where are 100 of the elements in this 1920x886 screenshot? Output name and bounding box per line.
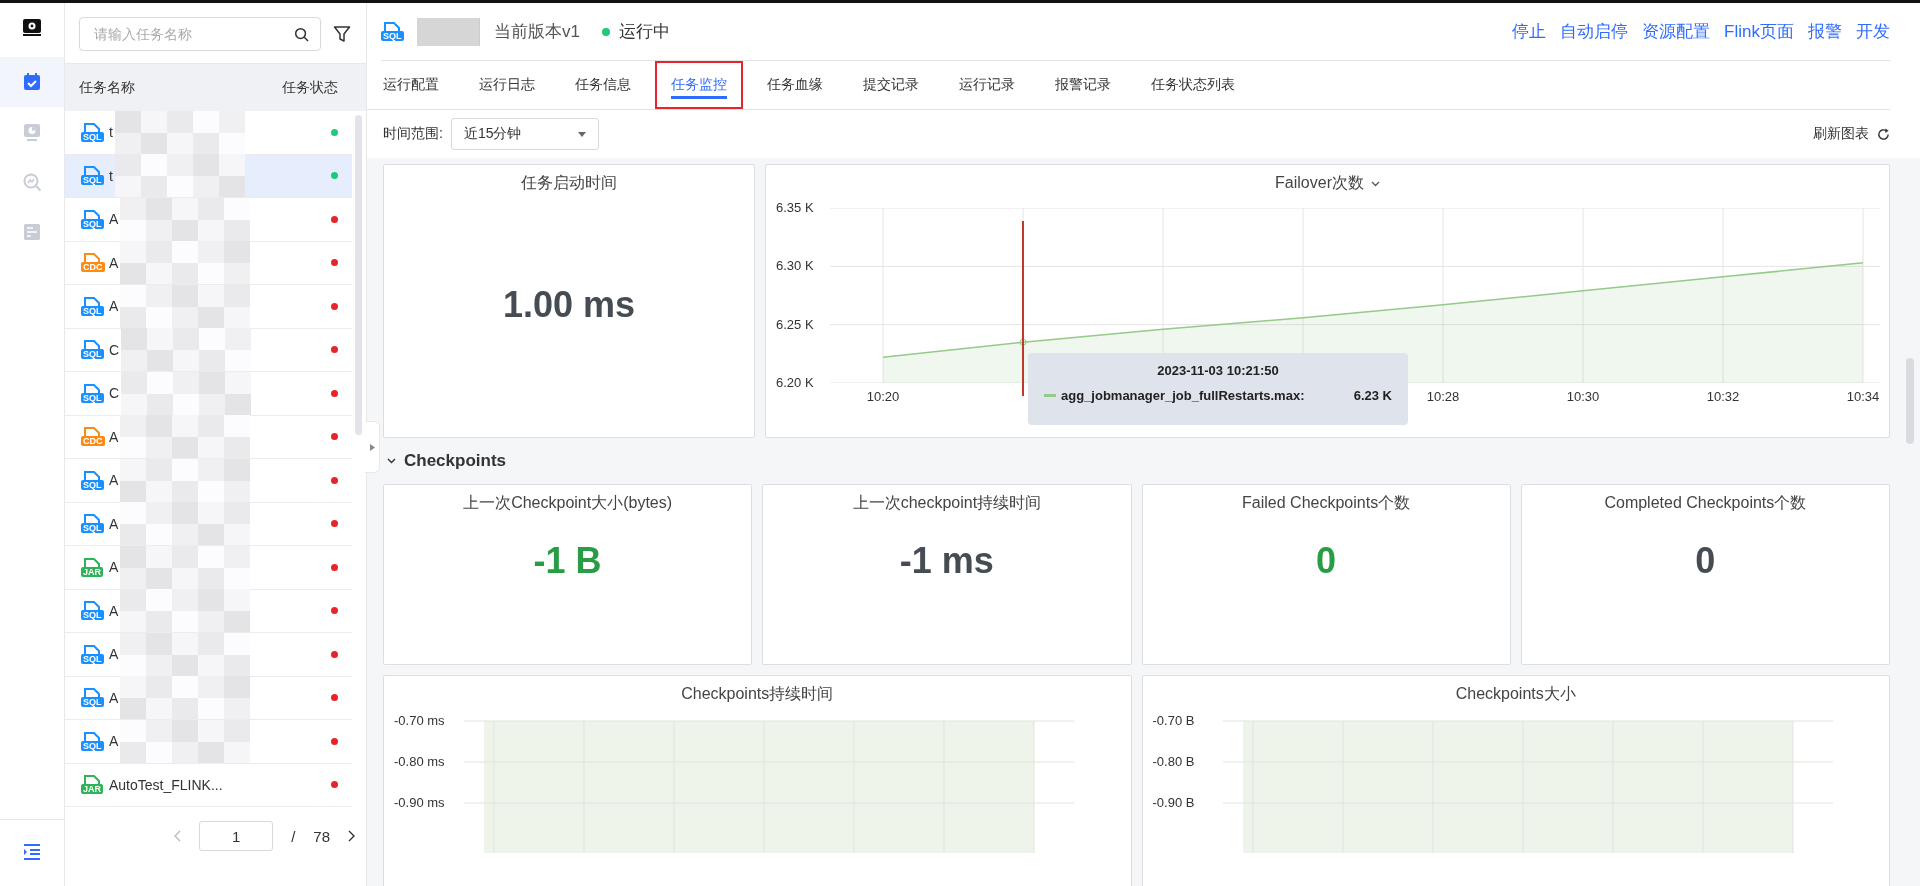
tab[interactable]: 任务血缘 [751,61,839,109]
axis-label: -0.80 ms [394,754,446,770]
scrollbar-thumb[interactable] [1906,358,1914,444]
action-link[interactable]: 资源配置 [1642,20,1711,43]
refresh-button[interactable]: 刷新图表 [1813,125,1890,143]
axis-label: -0.80 B [1152,754,1196,770]
tab[interactable]: 任务监控 [655,61,743,109]
caret-icon[interactable] [387,458,396,464]
file-type-label: SQL [81,392,104,403]
task-row[interactable]: SQL t [65,111,352,155]
tab[interactable]: 任务状态列表 [1135,61,1251,109]
task-name: C [109,341,120,358]
axis-label: -0.70 ms [394,713,446,729]
file-icon [84,557,100,567]
stat-value: 0 [1695,540,1716,583]
file-type-label: JAR [81,784,103,795]
axis-label: 10:28 [1426,389,1460,404]
file-icon [84,514,100,524]
file-type-label: SQL [81,523,104,534]
caret-icon[interactable] [1370,180,1380,187]
caret-icon [577,131,586,137]
task-row[interactable]: JAR A [65,546,352,590]
column-header: 任务状态 [282,78,338,97]
task-row[interactable]: SQL A [65,198,352,242]
axis-label: -0.90 B [1152,795,1196,811]
axis-label: 6.25 K [776,316,814,333]
tooltip-time: 2023-11-03 10:21:50 [1156,363,1280,378]
task-row[interactable]: SQL A [65,633,352,677]
task-name: t [109,167,113,184]
task-name: A [109,689,119,706]
task-name: A [109,254,119,271]
task-row[interactable]: SQL A [65,676,352,720]
task-name: C [109,385,120,402]
file-type-label: CDC [81,436,105,447]
axis-label: -0.90 ms [394,795,446,811]
task-row[interactable]: JAR AutoTest_FLINK... [65,763,352,807]
panel-title: 上一次Checkpoint大小(bytes) [463,493,673,513]
task-row[interactable]: SQL C [65,328,352,372]
panel-title: Completed Checkpoints个数 [1604,493,1807,513]
refresh-icon [1877,127,1890,141]
task-row[interactable]: SQL A [65,720,352,764]
tab[interactable]: 任务信息 [559,61,647,109]
page-input[interactable]: 1 [199,821,274,851]
task-row[interactable]: SQL A [65,589,352,633]
file-type-label: SQL [81,131,104,142]
panel-title: Failed Checkpoints个数 [1242,493,1411,513]
search-icon [22,172,42,192]
file-icon [84,166,100,176]
action-link[interactable]: 自动启停 [1560,20,1629,43]
tab[interactable]: 报警记录 [1039,61,1127,109]
task-name: A [109,602,119,619]
axis-label: 10:30 [1566,389,1600,404]
time-range-select[interactable]: 近15分钟 [450,118,599,150]
panel-title: 上一次checkpoint持续时间 [852,493,1042,513]
task-row[interactable]: CDC A [65,241,352,285]
calendar-check-icon [22,72,42,92]
task-row[interactable]: SQL A [65,502,352,546]
axis-label: 10:34 [1846,389,1880,404]
filter-icon[interactable] [333,25,351,43]
action-link[interactable]: 报警 [1808,20,1842,43]
series-name: agg_jobmanager_job_fullRestarts.max: [1061,388,1305,403]
action-link[interactable]: Flink页面 [1724,20,1794,43]
stat-value: -1 B [533,540,602,583]
rail-item[interactable] [0,57,64,107]
action-link[interactable]: 开发 [1856,20,1890,43]
task-row[interactable]: SQL A [65,285,352,329]
panel-title: 任务启动时间 [521,173,617,193]
series-value: 6.23 K [1353,388,1392,403]
task-row[interactable]: SQL t [65,154,352,198]
hover-point [1019,338,1027,346]
task-row[interactable]: SQL A [65,459,352,503]
task-name: A [109,559,119,576]
task-row[interactable]: CDC A [65,415,352,459]
file-icon [84,209,100,219]
axis-label: -0.70 B [1152,713,1196,729]
search-icon[interactable] [294,27,309,42]
collapse-handle[interactable] [365,421,380,473]
tab[interactable]: 运行日志 [463,61,551,109]
file-type-label: SQL [81,610,104,621]
section-title: Checkpoints [404,451,507,471]
file-type-label: SQL [81,653,104,664]
time-range-label: 时间范围: [383,125,443,143]
status-dot [601,27,610,36]
axis-label: 6.20 K [776,375,814,391]
tab[interactable]: 运行记录 [943,61,1031,109]
axis-label: 6.35 K [776,200,814,216]
file-type-label: SQL [81,697,104,708]
tab[interactable]: 运行配置 [383,61,455,109]
sliders-list-icon [22,222,42,242]
redacted-block [417,17,480,46]
action-link[interactable]: 停止 [1512,20,1547,43]
scrollbar-thumb[interactable] [355,115,362,435]
indent-menu-icon[interactable] [23,844,41,860]
next-page-icon[interactable] [348,830,356,842]
tab[interactable]: 提交记录 [847,61,935,109]
search-field[interactable]: 请输入任务名称 [79,17,321,51]
panel-title: Failover次数 [1275,173,1364,193]
task-row[interactable]: SQL C [65,372,352,416]
file-icon [84,601,100,611]
column-header: 任务名称 [79,78,135,97]
